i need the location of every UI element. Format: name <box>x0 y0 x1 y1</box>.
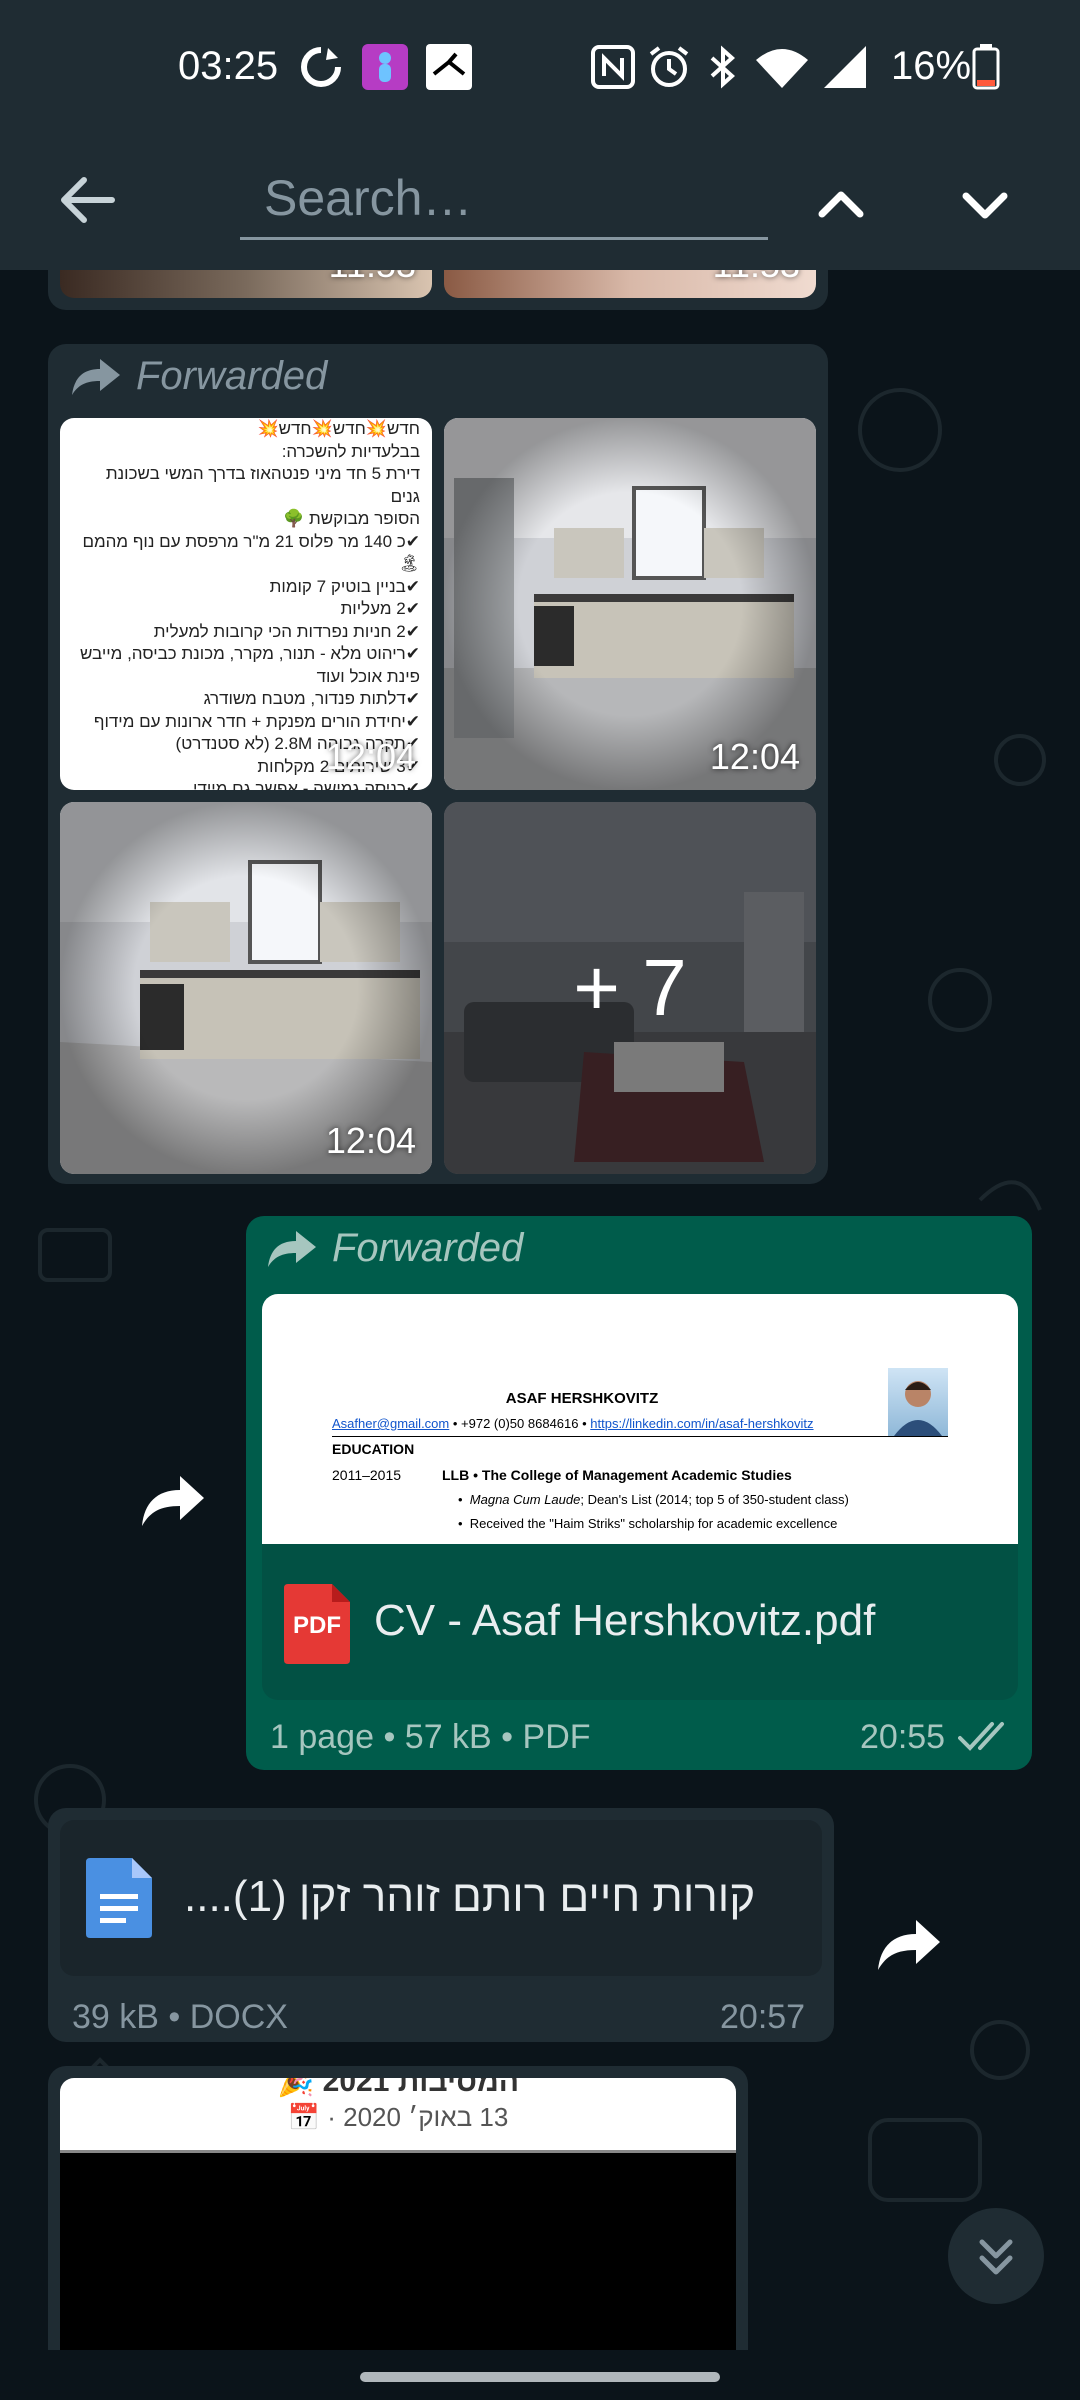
status-time: 03:25 <box>178 44 279 88</box>
file-name: קורות חיים רותם זוהר זקן (1).... <box>184 1872 756 1921</box>
flyer-line: ✔יחידת הורים מפנקת + חדר ארונות עם מידוף <box>93 711 420 731</box>
double-chevron-down-icon <box>979 2239 1013 2275</box>
flyer-line: ✔כניסה גמישה - אפשר גם מיידי <box>193 779 420 790</box>
event-preview-message[interactable]: המסיבות 2021 🎉 13 באוק׳ 2020 · 📅 <box>48 2066 748 2350</box>
flyer-line: ✔בניין בוטיק 7 קומות <box>269 576 420 596</box>
flyer-photo[interactable]: חדש💥חדש💥חדש💥 בבלעדיות להשכרה: דירת 5 חד מי… <box>60 418 432 790</box>
forwarded-label: Forwarded <box>70 354 327 399</box>
photo-time: 11:53 <box>713 270 800 286</box>
message-time: 20:57 <box>720 1998 806 2036</box>
event-preview-card[interactable]: המסיבות 2021 🎉 13 באוק׳ 2020 · 📅 <box>60 2078 736 2350</box>
photo-time: 12:04 <box>325 1120 416 1161</box>
document-file-bar[interactable]: PDF CV - Asaf Hershkovitz.pdf <box>262 1544 1018 1700</box>
flyer-line: ✔כ 140 מר פלוס 21 מ"ר מרפסת עם נוף מהמם🏝 <box>82 531 420 574</box>
battery-icon <box>972 44 1000 90</box>
video-area[interactable] <box>60 2150 736 2350</box>
cv-name: ASAF HERSHKOVITZ <box>505 1390 659 1407</box>
document-file-bar[interactable]: קורות חיים רותם זוהר זקן (1).... <box>60 1820 822 1976</box>
chevron-up-icon[interactable] <box>806 170 876 240</box>
document-preview[interactable]: ASAF HERSHKOVITZ Asafher@gmail.com • +97… <box>262 1294 1018 1544</box>
flyer-line: ✔ריהוט מלא - תנור, מקרר, מכונת כביסה, מי… <box>79 644 420 663</box>
album-message[interactable]: Forwarded חדש💥חדש💥חדש💥 בבלעדיות להשכרה: די… <box>48 344 828 1184</box>
cv-contact-line: Asafher@gmail.com • +972 (0)50 8684616 •… <box>332 1416 814 1431</box>
app-icon-2 <box>426 44 472 90</box>
docx-document-message[interactable]: קורות חיים רותם זוהר זקן (1).... 39 kB •… <box>48 1808 834 2042</box>
scroll-to-bottom-button[interactable] <box>948 2208 1044 2304</box>
flyer-line: הסופר מבוקשת 🌳 <box>283 509 420 528</box>
forward-share-icon[interactable] <box>874 1910 944 1980</box>
more-photos-tile[interactable]: + 7 <box>444 802 816 1174</box>
cv-years: 2011–2015 <box>332 1467 402 1483</box>
bluetooth-icon <box>710 45 735 89</box>
message-time: 20:55 <box>860 1718 946 1756</box>
wifi-icon <box>756 49 808 88</box>
alarm-icon <box>649 46 689 87</box>
docs-file-icon <box>86 1858 152 1938</box>
photo-thumbnail[interactable]: 11:53 <box>60 270 432 298</box>
file-details: 1 page • 57 kB • PDF <box>270 1718 591 1756</box>
forward-share-icon[interactable] <box>138 1466 208 1536</box>
kitchen-image <box>60 802 432 1174</box>
app-icon <box>362 44 408 90</box>
flyer-line: ✔2 חניות נפרדות הכי קרובות למעלית <box>153 621 420 641</box>
file-name: CV - Asaf Hershkovitz.pdf <box>374 1596 876 1645</box>
cv-degree: LLB • The College of Management Academic… <box>442 1467 792 1483</box>
battery-percent: 16% <box>891 44 972 88</box>
kitchen-image <box>444 418 816 790</box>
kitchen-photo[interactable]: 12:04 <box>60 802 432 1174</box>
forwarded-icon <box>268 1230 316 1267</box>
search-input[interactable] <box>240 158 768 240</box>
forwarded-label: Forwarded <box>266 1226 523 1271</box>
photo-thumbnail[interactable]: 11:53 <box>444 270 816 298</box>
cv-email-link[interactable]: Asafher@gmail.com <box>332 1416 449 1431</box>
back-arrow-icon[interactable] <box>52 164 124 236</box>
photo-message-partial[interactable]: 11:53 11:53 <box>48 270 828 310</box>
cv-bullet: • Magna Cum Laude; Dean's List (2014; to… <box>458 1492 849 1507</box>
forwarded-icon <box>72 358 120 395</box>
cv-document-message[interactable]: Forwarded ASAF HERSHKOVITZ Asafher@gmail… <box>246 1216 1032 1770</box>
event-date: 13 באוק׳ 2020 · 📅 <box>287 2102 509 2132</box>
flyer-line: ✔2 מעליות <box>340 599 420 618</box>
flyer-text: חדש💥חדש💥חדש💥 בבלעדיות להשכרה: דירת 5 חד מי… <box>60 418 432 790</box>
cv-section-heading: EDUCATION <box>332 1441 415 1457</box>
photo-time: 12:04 <box>709 736 800 777</box>
event-title: המסיבות 2021 🎉 <box>276 2078 520 2098</box>
signal-icon <box>824 46 866 88</box>
flyer-line: דירת 5 חד מיני פנטהאוז בדרך המשי בשכונת … <box>105 464 420 506</box>
more-count: + 7 <box>573 943 687 1032</box>
cv-bullet: • Received the "Haim Striks" scholarship… <box>458 1516 838 1531</box>
cv-divider <box>332 1436 948 1437</box>
photo-time: 12:04 <box>325 736 416 777</box>
flyer-line: חדש💥חדש💥חדש💥 <box>257 419 420 438</box>
flyer-line: בבלעדיות להשכרה: <box>281 441 420 461</box>
flyer-line: פינת אוכל ועוד <box>316 666 420 686</box>
status-bar: 03:25 16% <box>0 0 1080 134</box>
pdf-icon-label: PDF <box>293 1612 341 1639</box>
file-details: 39 kB • DOCX <box>72 1998 288 2036</box>
nfc-icon <box>591 45 635 89</box>
cv-linkedin-link[interactable]: https://linkedin.com/in/asaf-hershkovitz <box>590 1416 813 1431</box>
gesture-navigation-bar[interactable] <box>360 2372 720 2382</box>
flyer-line: ✔דלתות פנדור, מטבח משודרג <box>203 689 420 708</box>
chat-messages[interactable]: 11:53 11:53 Forwarded חדש💥חדש💥חדש💥 בבלעדי… <box>0 270 1080 2350</box>
read-ticks-icon <box>958 1722 1004 1751</box>
kitchen-photo[interactable]: 12:04 <box>444 418 816 790</box>
search-toolbar <box>0 134 1080 270</box>
photo-time: 11:53 <box>329 270 416 286</box>
chevron-down-icon[interactable] <box>950 170 1020 240</box>
sync-icon <box>301 47 341 87</box>
cv-photo <box>888 1368 948 1436</box>
